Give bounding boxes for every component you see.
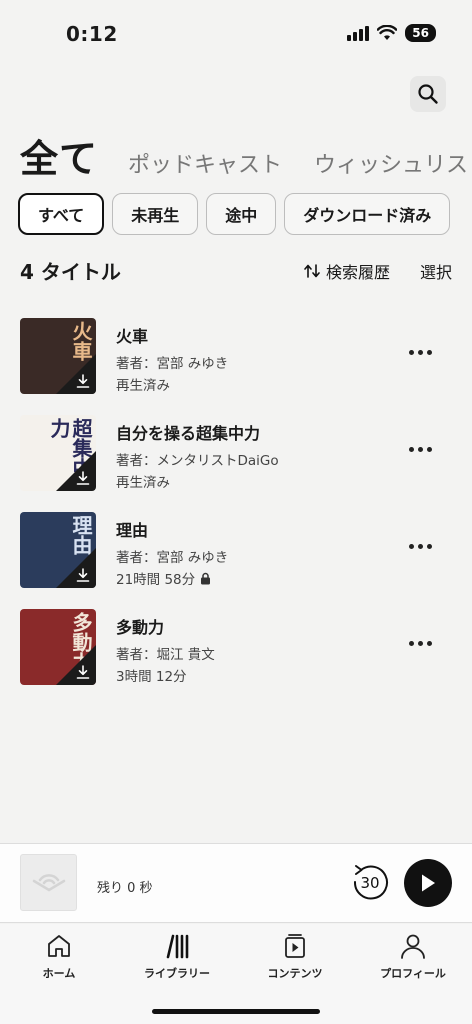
book-title: 多動力 [116,618,165,637]
audible-logo-icon [32,873,65,891]
select-button[interactable]: 選択 [420,259,452,283]
book-cover[interactable]: 多動力 [20,609,96,685]
title-count: 4 タイトル [20,260,121,284]
book-title: 火車 [116,327,149,346]
more-options-button[interactable] [409,350,432,355]
skip-back-30-label: 30 [360,874,379,892]
remaining-time: 残り 0 秒 [97,881,153,896]
filter-downloaded[interactable]: ダウンロード済み [284,193,451,235]
nav-content-label: コンテンツ [267,967,323,980]
lock-icon [201,572,211,585]
filter-in-progress[interactable]: 途中 [206,193,277,235]
book-item[interactable]: 多動力 多動力 著者：堀江 貴文 3時間 12分 [20,609,452,706]
wifi-icon [377,25,398,40]
skip-back-30-button[interactable]: 30 [350,862,390,902]
book-status-text: 再生済み [116,475,170,491]
nav-library-label: ライブラリー [144,967,210,980]
tab-wishlist[interactable]: ウィッシュリスト [314,147,472,179]
play-button[interactable] [404,859,452,907]
book-meta: 理由 著者：宮部 みゆき 21時間 58分 [116,512,228,591]
filter-chips: すべて 未再生 途中 ダウンロード済み [18,193,451,235]
status-icons: 56 [347,24,436,42]
more-options-button[interactable] [409,641,432,646]
nav-profile[interactable]: プロフィール [354,924,472,1024]
content-icon [285,934,305,958]
home-indicator [152,1009,320,1014]
book-status: 再生済み [116,375,228,397]
book-item[interactable]: 火車 火車 著者：宮部 みゆき 再生済み [20,318,452,415]
more-options-button[interactable] [409,544,432,549]
book-author: 著者：宮部 みゆき [116,356,229,372]
profile-icon [401,934,425,959]
sort-label: 検索履歴 [325,262,390,282]
tab-all[interactable]: 全て [20,128,98,183]
nav-profile-label: プロフィール [380,967,446,980]
bottom-navigation: ホーム ライブラリー コンテンツ プロフィール [0,924,472,1024]
book-status-text: 3時間 12分 [116,669,187,685]
book-author: 著者：宮部 みゆき [116,550,229,566]
tab-podcasts[interactable]: ポッドキャスト [128,147,282,179]
book-status: 再生済み [116,472,279,494]
download-icon [76,665,90,679]
book-status-text: 再生済み [116,378,170,394]
book-cover[interactable]: 超集中力 [20,415,96,491]
book-title: 自分を操る超集中力 [116,424,261,443]
battery-indicator: 56 [405,24,436,42]
book-status: 3時間 12分 [116,666,215,688]
download-icon [76,471,90,485]
book-item[interactable]: 超集中力 自分を操る超集中力 著者：メンタリストDaiGo 再生済み [20,415,452,512]
book-meta: 火車 著者：宮部 みゆき 再生済み [116,318,228,397]
download-icon [76,374,90,388]
status-time: 0:12 [66,22,118,46]
library-tabs: 全て ポッドキャスト ウィッシュリスト [20,128,472,183]
book-status-text: 21時間 58分 [116,572,196,588]
search-button[interactable] [410,76,446,112]
signal-icon [347,25,370,41]
download-icon [76,568,90,582]
now-playing-artwork[interactable] [20,854,77,911]
nav-home[interactable]: ホーム [0,924,118,1024]
book-item[interactable]: 理由 理由 著者：宮部 みゆき 21時間 58分 [20,512,452,609]
book-status: 21時間 58分 [116,569,228,591]
sort-icon [304,263,320,278]
book-author: 著者：メンタリストDaiGo [116,453,279,469]
book-meta: 多動力 著者：堀江 貴文 3時間 12分 [116,609,215,688]
status-bar: 0:12 56 [0,0,472,70]
home-icon [48,935,70,957]
filter-all[interactable]: すべて [18,193,105,235]
book-author: 著者：堀江 貴文 [116,647,215,663]
more-options-button[interactable] [409,447,432,452]
filter-unplayed[interactable]: 未再生 [112,193,199,235]
book-list: 火車 火車 著者：宮部 みゆき 再生済み 超集中力 自分を操る超集中力 著者：メ… [20,318,452,706]
play-icon [422,874,435,892]
book-title: 理由 [116,521,149,540]
mini-player[interactable]: 残り 0 秒 30 [0,843,472,923]
search-icon [418,84,438,104]
book-cover[interactable]: 火車 [20,318,96,394]
library-toolbar: 4 タイトル 検索履歴 選択 [20,256,452,285]
nav-home-label: ホーム [42,967,76,980]
book-cover[interactable]: 理由 [20,512,96,588]
sort-button[interactable]: 検索履歴 [304,259,390,283]
library-icon [166,934,189,959]
book-meta: 自分を操る超集中力 著者：メンタリストDaiGo 再生済み [116,415,279,494]
